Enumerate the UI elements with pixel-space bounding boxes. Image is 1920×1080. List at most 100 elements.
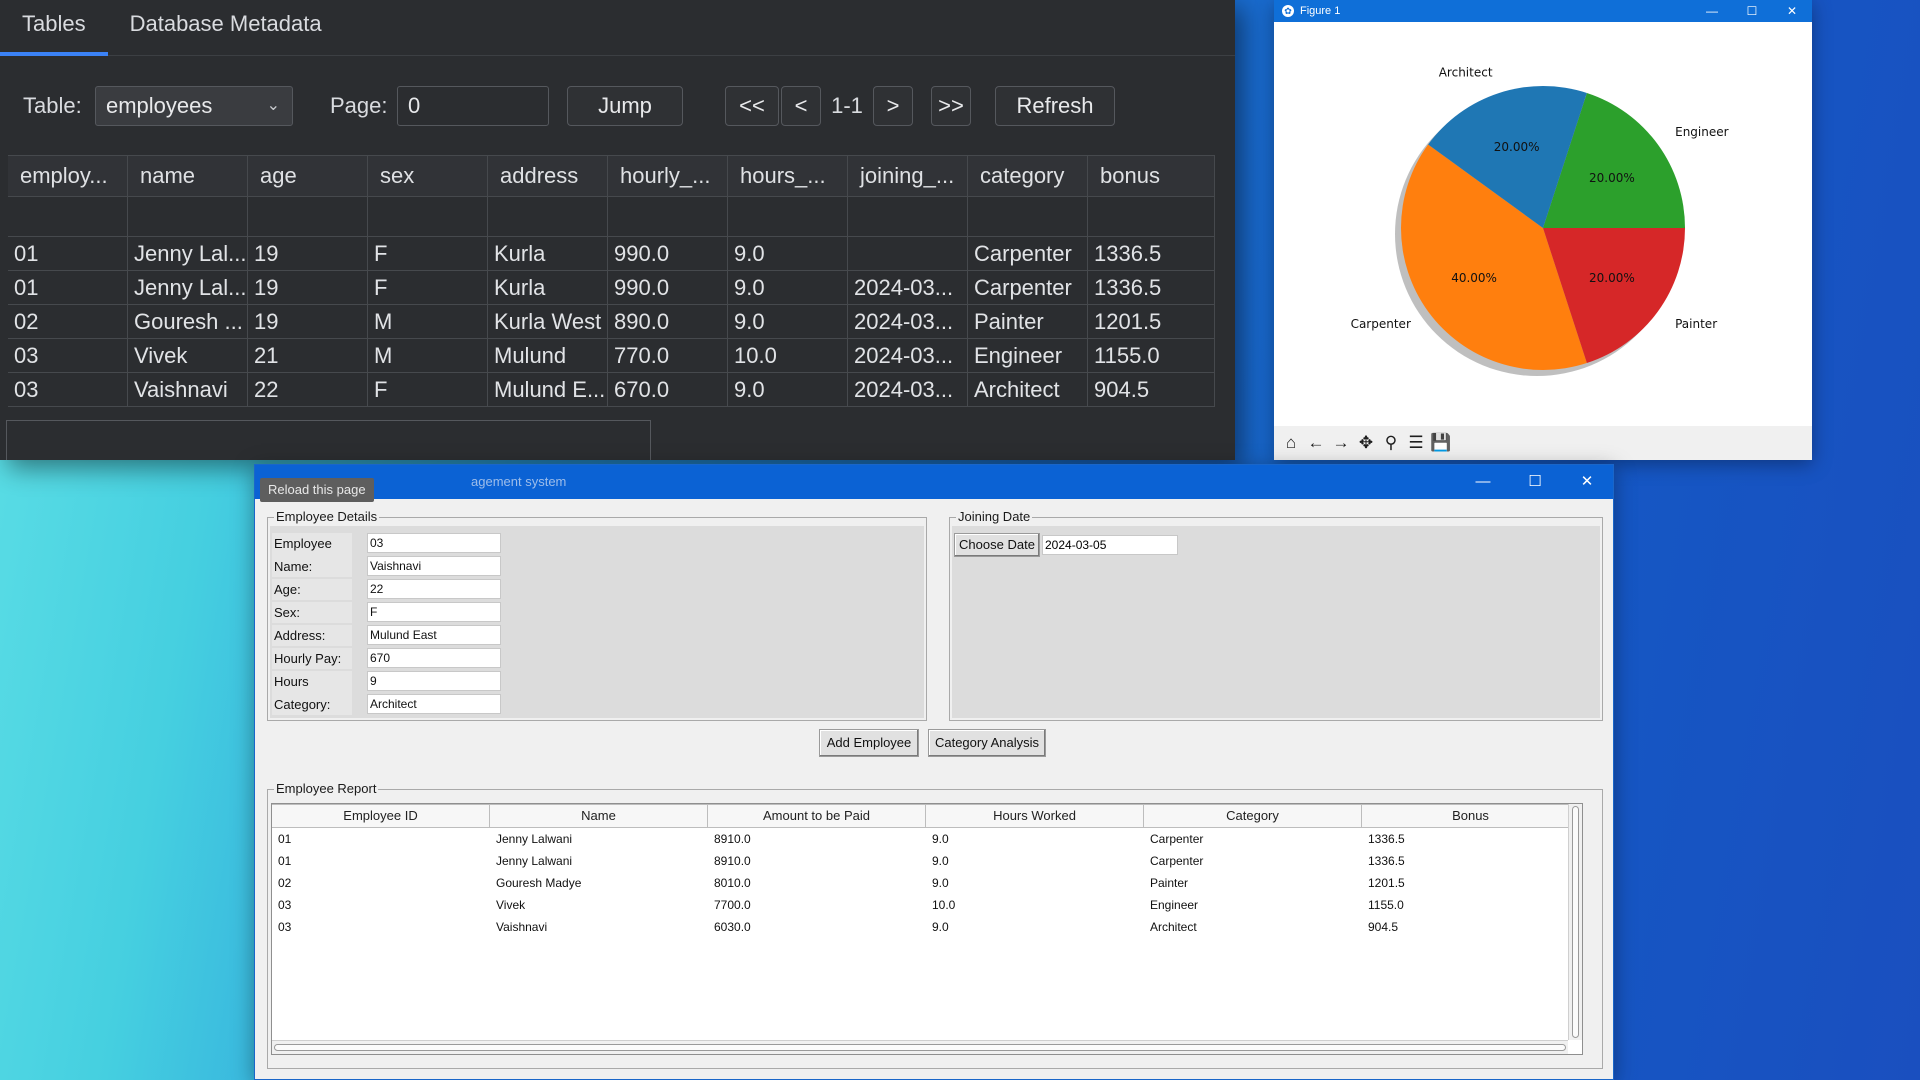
grid-cell: 19 (248, 271, 368, 304)
pie-category-label: Carpenter (1351, 317, 1411, 331)
scroll-thumb[interactable] (1572, 806, 1579, 1038)
close-icon[interactable]: ✕ (1561, 465, 1613, 499)
age-input[interactable]: 22 (367, 579, 501, 599)
grid-row[interactable]: 01 Jenny Lal... 19 F Kurla 990.0 9.0 Car… (8, 237, 1215, 271)
column-header[interactable]: category (968, 156, 1088, 196)
forward-icon[interactable]: → (1330, 432, 1352, 454)
grid-row[interactable]: 03 Vaishnavi 22 F Mulund E... 670.0 9.0 … (8, 373, 1215, 407)
first-page-button[interactable]: << (725, 86, 779, 126)
pie-percent-label: 20.00% (1589, 171, 1635, 185)
grid-cell: 1336.5 (1088, 271, 1215, 304)
column-header[interactable]: Hours Worked (926, 804, 1144, 828)
maximize-icon[interactable]: ☐ (1509, 465, 1561, 499)
prev-page-button[interactable]: < (781, 86, 821, 126)
column-header[interactable]: bonus (1088, 156, 1215, 196)
jump-button[interactable]: Jump (567, 86, 683, 126)
column-header[interactable]: sex (368, 156, 488, 196)
filter-cell[interactable] (608, 197, 728, 236)
vertical-scrollbar[interactable] (1568, 804, 1582, 1040)
column-header[interactable]: Bonus (1362, 804, 1580, 828)
table-row[interactable]: 03 Vivek 7700.0 10.0 Engineer 1155.0 (272, 894, 1582, 916)
minimize-icon[interactable]: — (1457, 465, 1509, 499)
horizontal-scrollbar[interactable] (272, 1040, 1568, 1054)
employee-report-table[interactable]: Employee ID Name Amount to be Paid Hours… (271, 803, 1583, 1055)
grid-cell: 2024-03... (848, 305, 968, 338)
joining-date-input[interactable]: 2024-03-05 (1042, 535, 1178, 555)
column-header[interactable]: Amount to be Paid (708, 804, 926, 828)
configure-icon[interactable]: ☰ (1405, 432, 1427, 454)
table-cell: 9.0 (932, 832, 949, 846)
employee-id-input[interactable]: 03 (367, 533, 501, 553)
filter-cell[interactable] (128, 197, 248, 236)
table-cell: 02 (278, 876, 292, 890)
grid-row[interactable]: 03 Vivek 21 M Mulund 770.0 10.0 2024-03.… (8, 339, 1215, 373)
column-header[interactable]: age (248, 156, 368, 196)
filter-cell[interactable] (8, 197, 128, 236)
reload-page-tooltip[interactable]: Reload this page (260, 478, 374, 502)
hours-worked-input[interactable]: 9 (367, 671, 501, 691)
minimize-icon[interactable]: — (1692, 0, 1732, 22)
sex-input[interactable]: F (367, 602, 501, 622)
report-header: Employee ID Name Amount to be Paid Hours… (272, 804, 1582, 828)
column-header[interactable]: address (488, 156, 608, 196)
last-page-button[interactable]: >> (931, 86, 971, 126)
column-header[interactable]: hourly_... (608, 156, 728, 196)
home-icon[interactable]: ⌂ (1280, 432, 1302, 454)
grid-cell: 02 (8, 305, 128, 338)
zoom-icon[interactable]: ⚲ (1380, 432, 1402, 454)
add-employee-button[interactable]: Add Employee (819, 729, 919, 757)
close-icon[interactable]: ✕ (1772, 0, 1812, 22)
table-row[interactable]: 01 Jenny Lalwani 8910.0 9.0 Carpenter 13… (272, 828, 1582, 850)
hourly-pay-input[interactable]: 670 (367, 648, 501, 668)
filter-cell[interactable] (368, 197, 488, 236)
grid-row[interactable]: 01 Jenny Lal... 19 F Kurla 990.0 9.0 202… (8, 271, 1215, 305)
tab-database-metadata[interactable]: Database Metadata (108, 11, 344, 55)
field-label: Sex: (272, 602, 352, 623)
column-header[interactable]: hours_... (728, 156, 848, 196)
scroll-thumb[interactable] (274, 1044, 1566, 1051)
grid-cell: 01 (8, 271, 128, 304)
filter-cell[interactable] (1088, 197, 1215, 236)
table-select[interactable]: employees ⌄ (95, 86, 293, 126)
app-window-controls: — ☐ ✕ (1457, 465, 1613, 499)
table-cell: 9.0 (932, 920, 949, 934)
table-row[interactable]: 03 Vaishnavi 6030.0 9.0 Architect 904.5 (272, 916, 1582, 938)
back-icon[interactable]: ← (1305, 432, 1327, 454)
query-input[interactable] (6, 420, 651, 460)
filter-cell[interactable] (728, 197, 848, 236)
choose-date-button[interactable]: Choose Date (954, 533, 1040, 557)
filter-cell[interactable] (848, 197, 968, 236)
grid-cell: Jenny Lal... (128, 237, 248, 270)
filter-row[interactable] (8, 197, 1215, 237)
filter-cell[interactable] (488, 197, 608, 236)
table-cell: 1155.0 (1368, 898, 1404, 912)
column-header[interactable]: Category (1144, 804, 1362, 828)
grid-cell: 670.0 (608, 373, 728, 406)
column-header[interactable]: Name (490, 804, 708, 828)
column-header[interactable]: name (128, 156, 248, 196)
grid-cell: 770.0 (608, 339, 728, 372)
column-header[interactable]: Employee ID (272, 804, 490, 828)
name-input[interactable]: Vaishnavi (367, 556, 501, 576)
next-page-button[interactable]: > (873, 86, 913, 126)
grid-cell (848, 237, 968, 270)
page-input[interactable]: 0 (397, 86, 549, 126)
refresh-button[interactable]: Refresh (995, 86, 1115, 126)
employee-details-frame: Employee Details Employee ID: 03 Name: V… (267, 509, 927, 721)
column-header[interactable]: employ... (8, 156, 128, 196)
save-icon[interactable]: 💾 (1430, 432, 1452, 454)
figure-toolbar: ⌂ ← → ✥ ⚲ ☰ 💾 (1274, 426, 1812, 460)
column-header[interactable]: joining_... (848, 156, 968, 196)
address-input[interactable]: Mulund East (367, 625, 501, 645)
table-row[interactable]: 01 Jenny Lalwani 8910.0 9.0 Carpenter 13… (272, 850, 1582, 872)
table-cell: 9.0 (932, 876, 949, 890)
maximize-icon[interactable]: ☐ (1732, 0, 1772, 22)
pan-icon[interactable]: ✥ (1355, 432, 1377, 454)
tab-tables[interactable]: Tables (0, 11, 108, 56)
category-input[interactable]: Architect (367, 694, 501, 714)
filter-cell[interactable] (968, 197, 1088, 236)
grid-row[interactable]: 02 Gouresh ... 19 M Kurla West 890.0 9.0… (8, 305, 1215, 339)
filter-cell[interactable] (248, 197, 368, 236)
table-row[interactable]: 02 Gouresh Madye 8010.0 9.0 Painter 1201… (272, 872, 1582, 894)
category-analysis-button[interactable]: Category Analysis (928, 729, 1046, 757)
